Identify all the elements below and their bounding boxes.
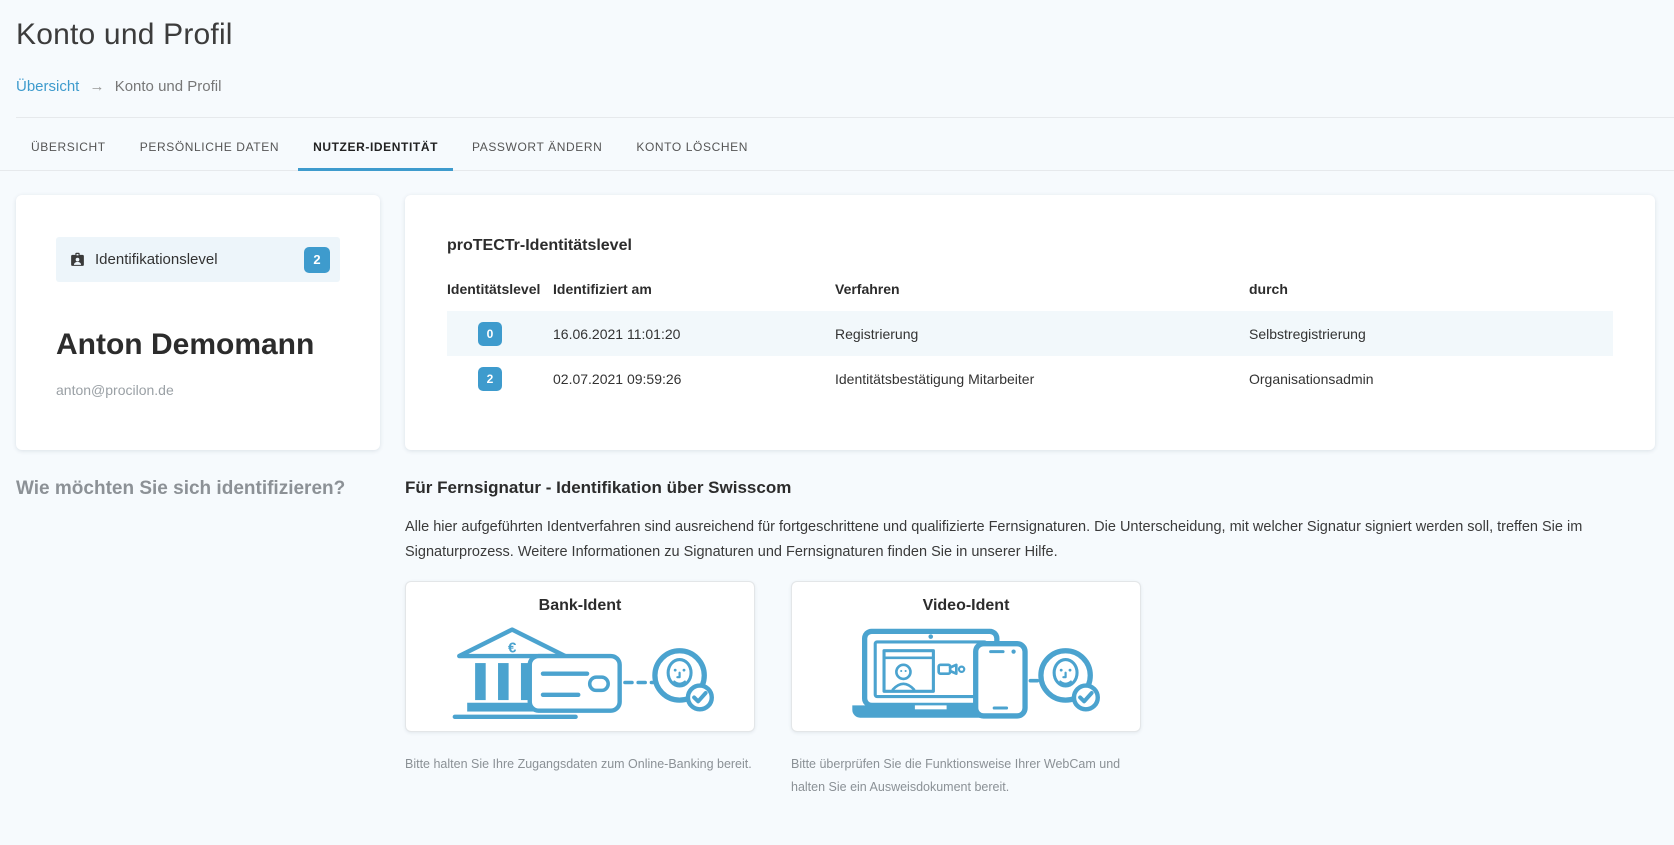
bank-ident-card[interactable]: Bank-Ident €: [405, 581, 755, 732]
table-row: 2 02.07.2021 09:59:26 Identitätsbestätig…: [447, 356, 1613, 401]
left-column: Identifikationslevel 2 Anton Demomann an…: [16, 195, 380, 500]
user-email: anton@procilon.de: [56, 382, 340, 398]
video-ident-icon: [811, 619, 1121, 723]
breadcrumb-link-uebersicht[interactable]: Übersicht: [16, 78, 79, 95]
profile-card: Identifikationslevel 2 Anton Demomann an…: [16, 195, 380, 450]
bank-ident-icon: €: [425, 619, 735, 723]
page-title: Konto und Profil: [16, 18, 1658, 52]
level-badge: 2: [478, 367, 502, 391]
video-ident-card[interactable]: Video-Ident: [791, 581, 1141, 732]
bank-ident-caption: Bitte halten Sie Ihre Zugangsdaten zum O…: [405, 753, 755, 776]
cell-by: Selbstregistrierung: [1249, 326, 1613, 342]
cell-date: 02.07.2021 09:59:26: [553, 371, 835, 387]
tab-uebersicht[interactable]: ÜBERSICHT: [16, 120, 121, 171]
tab-nutzer-identitaet[interactable]: NUTZER-IDENTITÄT: [298, 120, 453, 171]
tab-persoenliche-daten[interactable]: PERSÖNLICHE DATEN: [125, 120, 294, 171]
identification-level-badge: 2: [304, 247, 330, 273]
cell-by: Organisationsadmin: [1249, 371, 1613, 387]
table-row: 0 16.06.2021 11:01:20 Registrierung Selb…: [447, 311, 1613, 356]
column-header-verfahren: Verfahren: [835, 281, 1249, 297]
bank-ident-option: Bank-Ident €: [405, 581, 755, 799]
user-name: Anton Demomann: [56, 328, 340, 362]
main-content: Identifikationslevel 2 Anton Demomann an…: [0, 171, 1674, 799]
identify-question-heading: Wie möchten Sie sich identifizieren?: [16, 478, 380, 500]
cell-method: Registrierung: [835, 326, 1249, 342]
video-ident-title: Video-Ident: [792, 597, 1140, 615]
identity-level-table: Identitätslevel Identifiziert am Verfahr…: [447, 281, 1613, 401]
table-header-row: Identitätslevel Identifiziert am Verfahr…: [447, 281, 1613, 311]
id-badge-icon: [69, 251, 86, 268]
breadcrumb-separator-icon: →: [90, 78, 105, 95]
column-header-identitaetslevel: Identitätslevel: [447, 281, 553, 297]
video-ident-option: Video-Ident: [791, 581, 1141, 799]
header-divider: [16, 117, 1674, 118]
swisscom-section-title: Für Fernsignatur - Identifikation über S…: [405, 478, 1655, 498]
bank-ident-title: Bank-Ident: [406, 597, 754, 615]
tab-bar: ÜBERSICHT PERSÖNLICHE DATEN NUTZER-IDENT…: [0, 120, 1674, 171]
breadcrumb: Übersicht → Konto und Profil: [16, 78, 1658, 95]
page-header: Konto und Profil Übersicht → Konto und P…: [0, 0, 1674, 95]
level-badge: 0: [478, 322, 502, 346]
identification-level-banner: Identifikationslevel 2: [56, 237, 340, 282]
cell-method: Identitätsbestätigung Mitarbeiter: [835, 371, 1249, 387]
tab-passwort-aendern[interactable]: PASSWORT ÄNDERN: [457, 120, 617, 171]
swisscom-section: Für Fernsignatur - Identifikation über S…: [405, 478, 1655, 799]
cell-date: 16.06.2021 11:01:20: [553, 326, 835, 342]
right-column: proTECTr-Identitätslevel Identitätslevel…: [405, 195, 1655, 799]
identity-level-card: proTECTr-Identitätslevel Identitätslevel…: [405, 195, 1655, 450]
column-header-durch: durch: [1249, 281, 1613, 297]
breadcrumb-current: Konto und Profil: [115, 78, 222, 95]
column-header-identifiziert-am: Identifiziert am: [553, 281, 835, 297]
swisscom-section-description: Alle hier aufgeführten Identverfahren si…: [405, 515, 1655, 566]
identification-level-label: Identifikationslevel: [95, 251, 218, 268]
video-ident-caption: Bitte überprüfen Sie die Funktionsweise …: [791, 753, 1141, 799]
ident-options: Bank-Ident €: [405, 581, 1655, 799]
svg-text:€: €: [508, 639, 517, 656]
identity-level-table-title: proTECTr-Identitätslevel: [447, 237, 1613, 255]
tab-konto-loeschen[interactable]: KONTO LÖSCHEN: [621, 120, 763, 171]
